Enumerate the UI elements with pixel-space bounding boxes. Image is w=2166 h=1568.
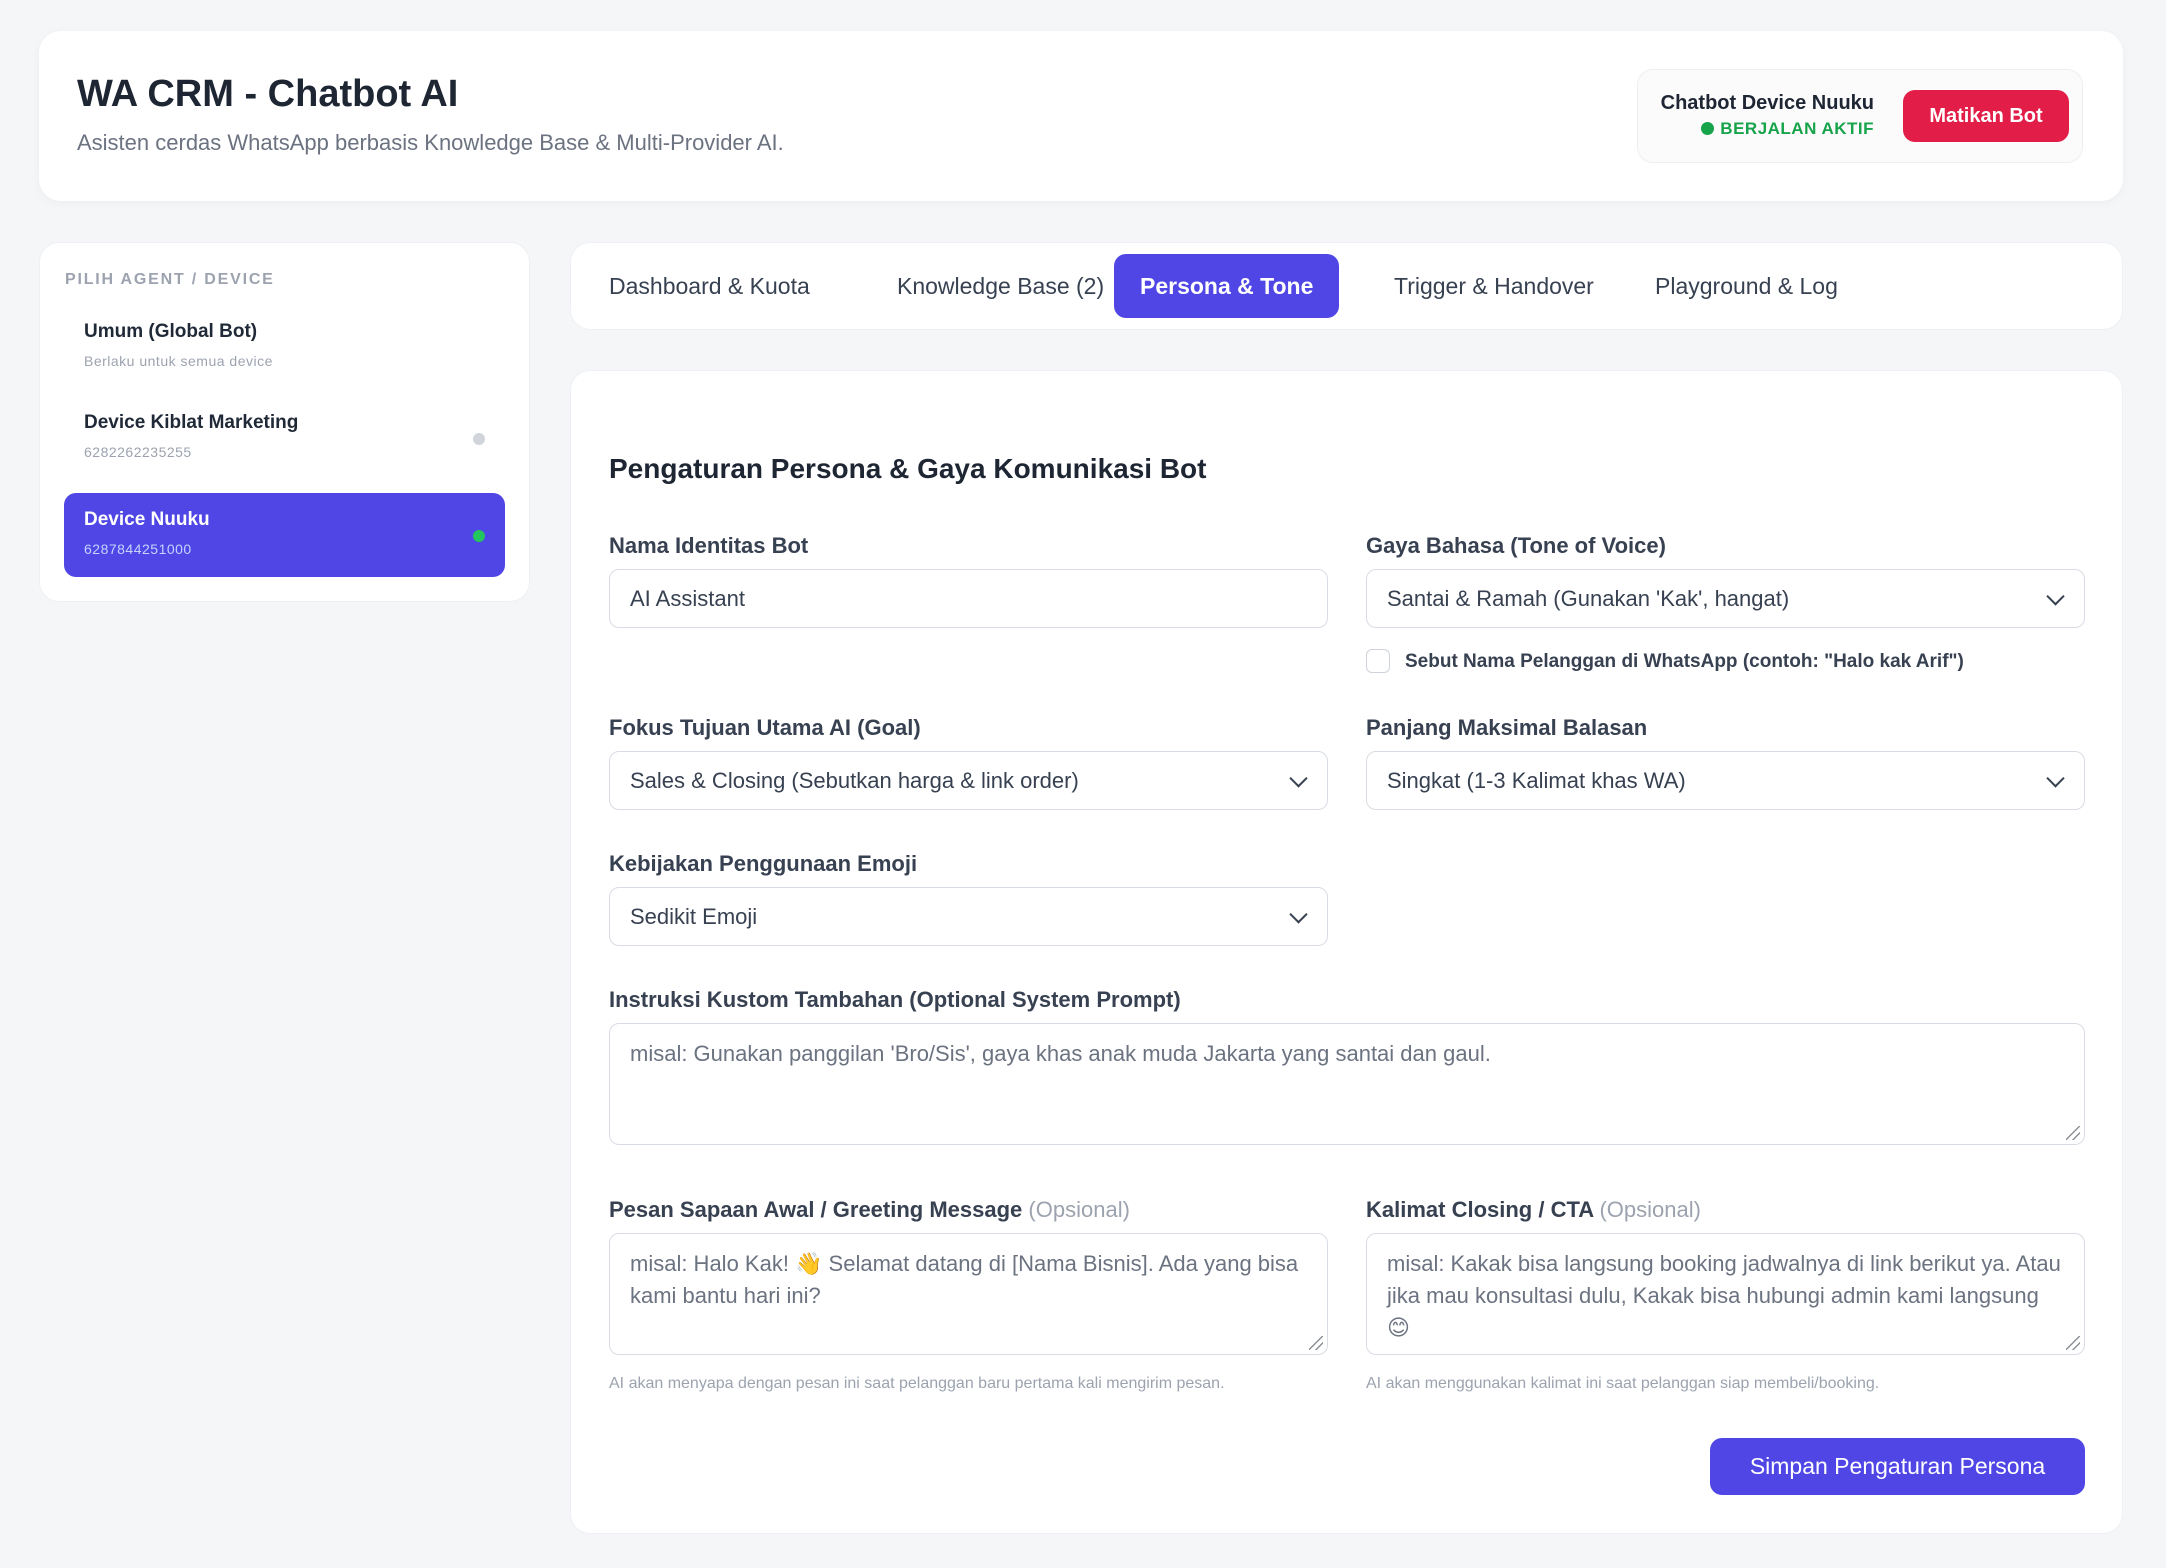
greeting-label-text: Pesan Sapaan Awal / Greeting Message	[609, 1197, 1023, 1222]
tone-selected-value: Santai & Ramah (Gunakan 'Kak', hangat)	[1387, 585, 1790, 611]
panel-title: Pengaturan Persona & Gaya Komunikasi Bot	[609, 453, 1207, 484]
bot-name-label: Nama Identitas Bot	[609, 533, 809, 558]
header-card: WA CRM - Chatbot AI Asisten cerdas Whats…	[39, 31, 2123, 201]
max-length-selected-value: Singkat (1-3 Kalimat khas WA)	[1387, 767, 1686, 793]
closing-label-text: Kalimat Closing / CTA	[1366, 1197, 1594, 1222]
app-title: WA CRM - Chatbot AI	[77, 73, 459, 115]
tone-select[interactable]: Santai & Ramah (Gunakan 'Kak', hangat)	[1366, 569, 2085, 628]
agent-name: Device Nuuku	[84, 509, 210, 530]
tab-bar: Dashboard & Kuota Knowledge Base (2) Per…	[570, 242, 2123, 330]
closing-textarea[interactable]: misal: Kakak bisa langsung booking jadwa…	[1366, 1233, 2085, 1355]
online-status-dot-icon	[473, 530, 485, 542]
sidebar-heading: PILIH AGENT / DEVICE	[65, 271, 275, 288]
closing-optional-tag: (Opsional)	[1599, 1197, 1701, 1222]
chevron-down-icon	[1289, 904, 1308, 924]
stop-bot-button[interactable]: Matikan Bot	[1903, 90, 2069, 142]
custom-prompt-placeholder: misal: Gunakan panggilan 'Bro/Sis', gaya…	[630, 1041, 1491, 1066]
emoji-select[interactable]: Sedikit Emoji	[609, 887, 1328, 946]
mention-name-label: Sebut Nama Pelanggan di WhatsApp (contoh…	[1405, 651, 1964, 672]
sidebar-item-device-nuuku[interactable]: Device Nuuku 6287844251000	[64, 493, 505, 577]
emoji-label: Kebijakan Penggunaan Emoji	[609, 851, 918, 876]
tab-knowledge-base[interactable]: Knowledge Base (2)	[871, 254, 1130, 318]
greeting-optional-tag: (Opsional)	[1028, 1197, 1130, 1222]
sidebar-item-device-kiblat-marketing[interactable]: Device Kiblat Marketing 6282262235255	[64, 396, 505, 480]
tab-trigger-handover[interactable]: Trigger & Handover	[1368, 254, 1620, 318]
resize-handle-icon[interactable]	[2066, 1336, 2080, 1350]
app-subtitle: Asisten cerdas WhatsApp berbasis Knowled…	[77, 130, 784, 155]
chevron-down-icon	[2046, 586, 2065, 606]
closing-label: Kalimat Closing / CTA (Opsional)	[1366, 1197, 1701, 1223]
custom-prompt-textarea[interactable]: misal: Gunakan panggilan 'Bro/Sis', gaya…	[609, 1023, 2085, 1145]
mention-name-checkbox[interactable]	[1366, 649, 1390, 673]
agent-name: Umum (Global Bot)	[84, 321, 258, 342]
save-persona-button[interactable]: Simpan Pengaturan Persona	[1710, 1438, 2085, 1495]
resize-handle-icon[interactable]	[1309, 1336, 1323, 1350]
greeting-placeholder: misal: Halo Kak! 👋 Selamat datang di [Na…	[630, 1251, 1299, 1308]
chevron-down-icon	[1289, 768, 1308, 788]
sidebar-item-global-bot[interactable]: Umum (Global Bot) Berlaku untuk semua de…	[64, 305, 505, 389]
goal-selected-value: Sales & Closing (Sebutkan harga & link o…	[630, 767, 1079, 793]
greeting-textarea[interactable]: misal: Halo Kak! 👋 Selamat datang di [Na…	[609, 1233, 1328, 1355]
goal-label: Fokus Tujuan Utama AI (Goal)	[609, 715, 921, 740]
tab-playground-log[interactable]: Playground & Log	[1629, 254, 1864, 318]
chevron-down-icon	[2046, 768, 2065, 788]
bot-status-box: Chatbot Device Nuuku BERJALAN AKTIF Mati…	[1637, 69, 2083, 163]
closing-placeholder: misal: Kakak bisa langsung booking jadwa…	[1387, 1251, 2061, 1340]
closing-help-text: AI akan menggunakan kalimat ini saat pel…	[1366, 1375, 1880, 1392]
max-length-label: Panjang Maksimal Balasan	[1366, 715, 1648, 740]
max-length-select[interactable]: Singkat (1-3 Kalimat khas WA)	[1366, 751, 2085, 810]
greeting-help-text: AI akan menyapa dengan pesan ini saat pe…	[609, 1375, 1225, 1392]
persona-settings-panel: Pengaturan Persona & Gaya Komunikasi Bot…	[570, 370, 2123, 1534]
custom-prompt-label: Instruksi Kustom Tambahan (Optional Syst…	[609, 987, 1181, 1012]
agent-sidebar: PILIH AGENT / DEVICE Umum (Global Bot) B…	[39, 242, 530, 602]
agent-name: Device Kiblat Marketing	[84, 412, 299, 433]
agent-phone: 6282262235255	[84, 444, 192, 460]
bot-name-input[interactable]: AI Assistant	[609, 569, 1328, 628]
resize-handle-icon[interactable]	[2066, 1126, 2080, 1140]
tab-persona-tone[interactable]: Persona & Tone	[1114, 254, 1340, 318]
status-dot-icon	[1701, 122, 1715, 135]
agent-phone: 6287844251000	[84, 541, 192, 557]
tab-dashboard-kuota[interactable]: Dashboard & Kuota	[583, 254, 836, 318]
emoji-selected-value: Sedikit Emoji	[630, 903, 758, 929]
goal-select[interactable]: Sales & Closing (Sebutkan harga & link o…	[609, 751, 1328, 810]
status-text: BERJALAN AKTIF	[1720, 119, 1874, 138]
status-device-label: Chatbot Device Nuuku	[1660, 92, 1874, 114]
tone-label: Gaya Bahasa (Tone of Voice)	[1366, 533, 1666, 558]
agent-subtitle: Berlaku untuk semua device	[84, 353, 273, 369]
offline-status-dot-icon	[473, 433, 485, 445]
status-badge: BERJALAN AKTIF	[1658, 119, 1874, 139]
greeting-label: Pesan Sapaan Awal / Greeting Message (Op…	[609, 1197, 1130, 1223]
